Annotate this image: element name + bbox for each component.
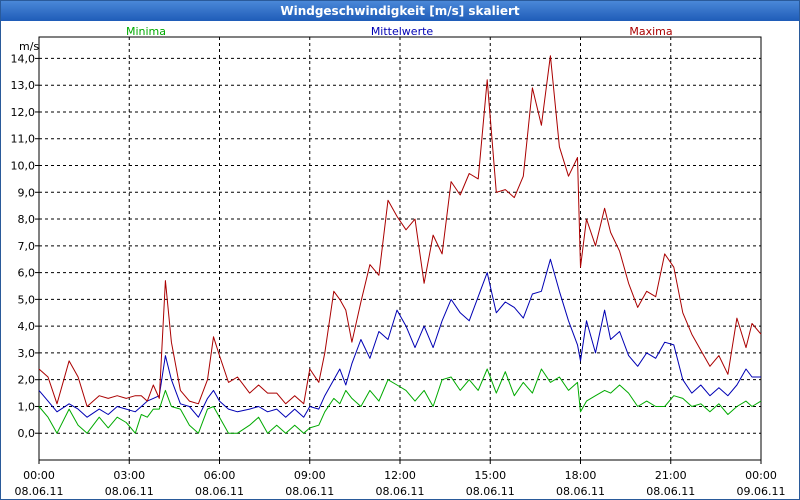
x-tick-date: 08.06.11	[285, 485, 334, 498]
x-tick-date: 08.06.11	[195, 485, 244, 498]
y-tick-label: 13,0	[11, 79, 36, 92]
x-tick-time: 15:00	[474, 469, 506, 482]
x-tick-date: 09.06.11	[737, 485, 786, 498]
x-tick-time: 18:00	[565, 469, 597, 482]
legend: Minima Mittelwerte Maxima	[126, 25, 673, 38]
grid	[39, 37, 761, 460]
x-tick-time: 03:00	[113, 469, 145, 482]
y-axis-label: m/s	[19, 40, 39, 53]
y-tick-label: 5,0	[18, 293, 36, 306]
y-tick-label: 9,0	[18, 186, 36, 199]
y-tick-label: 14,0	[11, 52, 36, 65]
x-tick-date: 08.06.11	[646, 485, 695, 498]
x-tick-date: 08.06.11	[15, 485, 64, 498]
y-tick-label: 0,0	[18, 427, 36, 440]
x-tick-date: 08.06.11	[466, 485, 515, 498]
x-tick-time: 09:00	[294, 469, 326, 482]
y-tick-label: 8,0	[18, 213, 36, 226]
x-tick-time: 06:00	[204, 469, 236, 482]
wind-speed-chart: 0,0 1,0 2,0 3,0 4,0 5,0 6,0 7,0 8,0 9,0 10,0 11,0 12…	[11, 25, 786, 498]
x-tick-time: 21:00	[655, 469, 687, 482]
y-tick-label: 6,0	[18, 267, 36, 280]
x-tick-date: 08.06.11	[556, 485, 605, 498]
x-tick-time: 00:00	[745, 469, 777, 482]
y-tick-label: 10,0	[11, 160, 36, 173]
x-tick-date: 08.06.11	[376, 485, 425, 498]
legend-maxima: Maxima	[629, 25, 672, 38]
legend-mittelwerte: Mittelwerte	[371, 25, 434, 38]
axes: 0,0 1,0 2,0 3,0 4,0 5,0 6,0 7,0 8,0 9,0 10,0 11,0 12…	[11, 40, 786, 498]
y-tick-label: 11,0	[11, 133, 36, 146]
y-tick-label: 1,0	[18, 400, 36, 413]
y-tick-label: 4,0	[18, 320, 36, 333]
y-tick-label: 12,0	[11, 106, 36, 119]
y-tick-label: 3,0	[18, 347, 36, 360]
legend-minima: Minima	[126, 25, 166, 38]
y-tick-label: 7,0	[18, 240, 36, 253]
x-tick-time: 00:00	[23, 469, 55, 482]
y-tick-label: 2,0	[18, 374, 36, 387]
x-tick-date: 08.06.11	[105, 485, 154, 498]
x-tick-time: 12:00	[384, 469, 416, 482]
